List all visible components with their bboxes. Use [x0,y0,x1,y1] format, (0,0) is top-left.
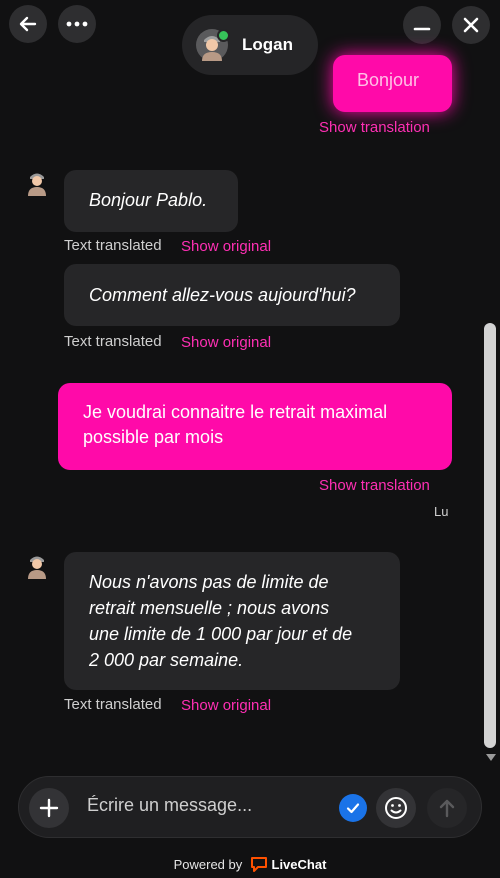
message-line: Je voudrai connaitre le retrait maximal [83,402,388,422]
minimize-icon [413,27,431,31]
check-icon [346,803,360,814]
translated-status: Text translated [64,237,162,254]
message-line: retrait mensuelle ; nous avons [89,598,330,618]
message-composer: Écrire un message... [18,776,482,838]
add-attachment-button[interactable] [29,788,69,828]
translated-status: Text translated [64,333,162,350]
close-icon [463,17,479,33]
agent-avatar [196,29,230,61]
message-line: possible par mois [83,427,224,447]
agent-message-avatar-icon [28,556,46,579]
show-original-link[interactable]: Show original [181,697,271,714]
scroll-down-arrow-icon[interactable] [486,754,496,761]
incoming-message-bubble: Bonjour Pablo. [64,170,238,232]
arrow-up-icon [439,799,455,818]
back-button[interactable] [9,5,47,43]
incoming-message-bubble: Comment allez-vous aujourd'hui? [64,264,400,326]
outgoing-message-bubble: Je voudrai connaitre le retrait maximal … [58,383,452,470]
translated-status: Text translated [64,696,162,713]
message-input[interactable]: Écrire un message... [87,795,252,816]
message-line: Nous n'avons pas de limite de [89,572,329,592]
powered-by-label: Powered by [173,857,243,872]
emoji-button[interactable] [376,788,416,828]
show-original-link[interactable]: Show original [181,238,271,255]
send-button[interactable] [427,788,467,828]
outgoing-message-bubble: Bonjour [333,55,452,112]
message-line: 2 000 par semaine. [89,650,244,670]
plus-icon [39,798,59,818]
more-horizontal-icon [66,21,88,27]
show-translation-link[interactable]: Show translation [319,477,430,494]
agent-header: Logan [182,15,318,75]
agent-message-avatar-icon [28,173,46,196]
read-status: Lu [434,504,449,519]
message-line: une limite de 1 000 par jour et de [89,624,353,644]
minimize-button[interactable] [403,6,441,44]
more-options-button[interactable] [58,5,96,43]
close-button[interactable] [452,6,490,44]
translation-toggle-button[interactable] [339,794,367,822]
incoming-message-bubble: Nous n'avons pas de limite de retrait me… [64,552,400,690]
scrollbar-thumb[interactable] [484,323,496,748]
show-translation-link[interactable]: Show translation [319,119,430,136]
show-original-link[interactable]: Show original [181,334,271,351]
livechat-brand: LiveChat [271,857,327,872]
online-status-dot [217,29,230,42]
powered-by-footer[interactable]: Powered by LiveChat [0,856,500,872]
arrow-left-icon [19,16,37,32]
agent-name: Logan [242,35,293,54]
livechat-logo-icon [250,857,267,872]
emoji-icon [385,797,407,819]
